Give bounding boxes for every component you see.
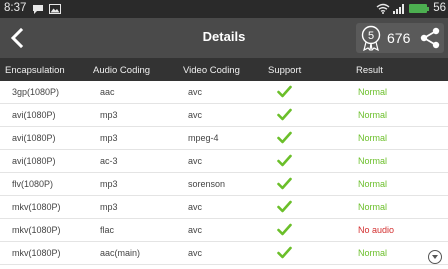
- cell-audio-coding: mp3: [100, 133, 118, 143]
- header-encapsulation: Encapsulation: [5, 65, 65, 76]
- cell-audio-coding: mp3: [100, 202, 118, 212]
- cell-encapsulation: mkv(1080P): [12, 225, 61, 235]
- cell-result: Normal: [358, 179, 388, 189]
- cell-encapsulation: avi(1080P): [12, 156, 56, 166]
- header-result: Result: [356, 65, 383, 76]
- table-header: Encapsulation Audio Coding Video Coding …: [0, 58, 448, 81]
- header-support: Support: [268, 65, 302, 76]
- medal-icon: 5: [361, 25, 381, 51]
- cell-audio-coding: mp3: [100, 110, 118, 120]
- cell-video-coding: sorenson: [188, 179, 226, 189]
- status-right: 56: [376, 2, 446, 14]
- cell-result: Normal: [358, 133, 388, 143]
- table-row[interactable]: 3gp(1080P) aac avc Normal: [0, 81, 448, 104]
- cell-encapsulation: flv(1080P): [12, 179, 54, 189]
- table-row[interactable]: flv(1080P) mp3 sorenson Normal: [0, 173, 448, 196]
- cell-encapsulation: avi(1080P): [12, 110, 56, 120]
- results-table: 3gp(1080P) aac avc Normal avi(1080P) mp3 avc No…: [0, 81, 448, 265]
- medal-number: 5: [368, 30, 374, 42]
- cell-audio-coding: ac-3: [100, 156, 118, 166]
- header-audio-coding: Audio Coding: [93, 65, 151, 76]
- scroll-down-icon[interactable]: [428, 250, 442, 264]
- cell-result: Normal: [358, 156, 388, 166]
- table-row[interactable]: mkv(1080P) aac(main) avc Normal: [0, 242, 448, 265]
- table-row[interactable]: avi(1080P) mp3 avc Normal: [0, 104, 448, 127]
- cell-video-coding: avc: [188, 248, 203, 258]
- points-value: 676: [387, 30, 411, 46]
- cell-audio-coding: aac(main): [100, 248, 141, 258]
- signal-icon: [393, 3, 405, 14]
- check-icon: [277, 154, 292, 167]
- check-icon: [277, 85, 292, 98]
- share-icon[interactable]: [419, 27, 441, 49]
- cell-encapsulation: mkv(1080P): [12, 248, 61, 258]
- cell-video-coding: avc: [188, 225, 203, 235]
- cell-audio-coding: aac: [100, 87, 115, 97]
- cell-video-coding: avc: [188, 110, 203, 120]
- cell-video-coding: avc: [188, 202, 203, 212]
- check-icon: [277, 200, 292, 213]
- table-row[interactable]: avi(1080P) mp3 mpeg-4 Normal: [0, 127, 448, 150]
- battery-icon: [409, 3, 430, 13]
- status-time: 8:37: [4, 2, 27, 14]
- cell-video-coding: avc: [188, 156, 203, 166]
- cell-result: No audio: [358, 225, 395, 235]
- cell-result: Normal: [358, 248, 388, 258]
- battery-percent: 56: [433, 2, 446, 14]
- points-button[interactable]: 5 676: [356, 23, 444, 53]
- check-icon: [277, 131, 292, 144]
- table-row[interactable]: mkv(1080P) mp3 avc Normal: [0, 196, 448, 219]
- cell-result: Normal: [358, 202, 388, 212]
- table-row[interactable]: avi(1080P) ac-3 avc Normal: [0, 150, 448, 173]
- cell-result: Normal: [358, 110, 388, 120]
- header-video-coding: Video Coding: [183, 65, 240, 76]
- image-icon: [49, 4, 61, 14]
- cell-video-coding: avc: [188, 87, 203, 97]
- cell-result: Normal: [358, 87, 388, 97]
- check-icon: [277, 108, 292, 121]
- wifi-icon: [376, 3, 390, 14]
- check-icon: [277, 246, 292, 259]
- cell-audio-coding: mp3: [100, 179, 118, 189]
- table-row[interactable]: mkv(1080P) flac avc No audio: [0, 219, 448, 242]
- status-bar: 8:37 56: [0, 0, 448, 18]
- check-icon: [277, 223, 292, 236]
- check-icon: [277, 177, 292, 190]
- cell-encapsulation: mkv(1080P): [12, 202, 61, 212]
- cell-encapsulation: avi(1080P): [12, 133, 56, 143]
- chat-icon: [33, 5, 43, 14]
- cell-encapsulation: 3gp(1080P): [12, 87, 60, 97]
- cell-video-coding: mpeg-4: [188, 133, 219, 143]
- app-bar: Details 5 676: [0, 18, 448, 58]
- cell-audio-coding: flac: [100, 225, 115, 235]
